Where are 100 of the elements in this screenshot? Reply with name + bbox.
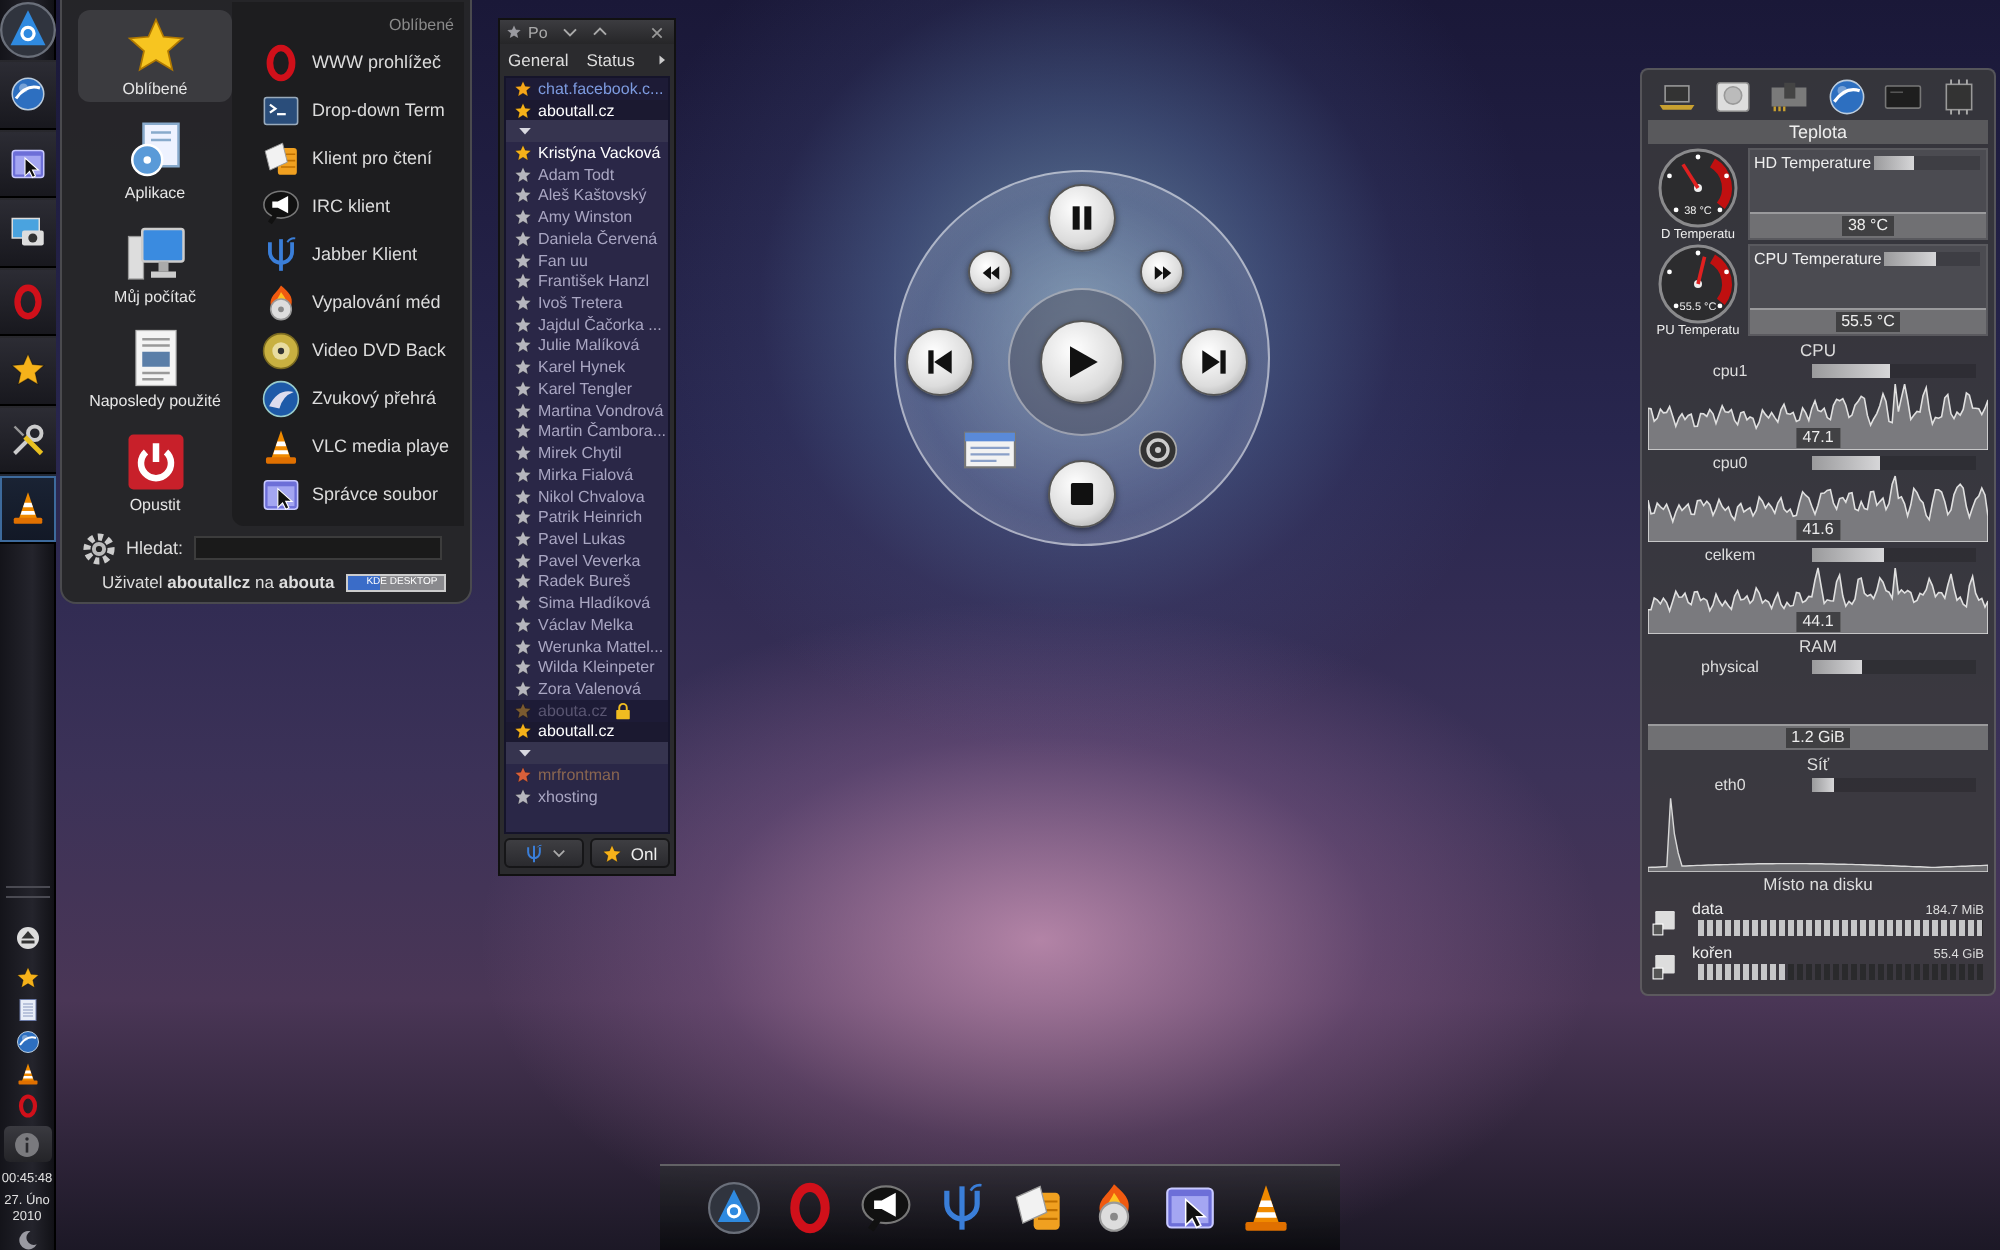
favorite-item[interactable]: Jabber Klient bbox=[232, 230, 464, 278]
sensor-name: HD Temperature bbox=[1754, 153, 1872, 171]
category-tab[interactable]: Aplikace bbox=[78, 114, 232, 206]
contact-item[interactable]: Mirek Chytil bbox=[506, 442, 668, 464]
menu-item[interactable]: General bbox=[508, 49, 569, 69]
panel-launcher[interactable] bbox=[0, 405, 55, 474]
star-icon bbox=[514, 144, 532, 163]
pause-icon bbox=[1068, 204, 1096, 232]
contact-item[interactable]: Zora Valenová bbox=[506, 678, 668, 700]
play-icon bbox=[1064, 344, 1100, 380]
panel-launcher[interactable] bbox=[0, 198, 55, 267]
contact-item[interactable]: Mirka Fialová bbox=[506, 463, 668, 486]
menu-item[interactable]: Status bbox=[586, 49, 635, 69]
expansion-card-icon[interactable] bbox=[1770, 78, 1809, 116]
next-button[interactable] bbox=[1180, 328, 1248, 396]
favorite-item[interactable]: VLC media playe bbox=[232, 422, 464, 470]
rewind-button[interactable] bbox=[968, 250, 1012, 294]
maximize-button[interactable] bbox=[592, 24, 608, 40]
contact-item[interactable]: Adam Todt bbox=[506, 163, 668, 186]
close-icon bbox=[650, 25, 664, 39]
contact-item[interactable]: Karel Hynek bbox=[506, 356, 668, 379]
o-logo-icon[interactable] bbox=[784, 1182, 836, 1234]
panel-launcher[interactable] bbox=[0, 60, 55, 129]
contact-item[interactable]: Pavel Lukas bbox=[506, 528, 668, 550]
favorite-item[interactable]: Zvukový přehrá bbox=[232, 374, 464, 422]
close-button[interactable] bbox=[650, 25, 664, 39]
favorite-item[interactable]: Správce soubor bbox=[232, 470, 464, 518]
category-tab[interactable]: Naposledy použité bbox=[78, 322, 232, 414]
contact-item[interactable]: Radek Bureš bbox=[506, 571, 668, 593]
envelope-icon[interactable] bbox=[1012, 1182, 1064, 1234]
eject-icon[interactable] bbox=[15, 926, 39, 950]
play-button[interactable] bbox=[1040, 320, 1124, 404]
notepad-icon[interactable] bbox=[15, 998, 39, 1022]
star-icon bbox=[514, 787, 532, 806]
minimize-button[interactable] bbox=[562, 24, 578, 40]
o-logo-icon bbox=[9, 283, 45, 320]
contact-item[interactable]: Václav Melka bbox=[506, 613, 668, 636]
contact-item[interactable]: Fan uu bbox=[506, 249, 668, 271]
speaker-icon[interactable] bbox=[1138, 430, 1178, 470]
crescent-icon[interactable] bbox=[17, 1230, 37, 1250]
arrow-right-icon[interactable] bbox=[656, 53, 668, 65]
panel-launcher[interactable] bbox=[0, 129, 55, 198]
category-tab[interactable]: Můj počítač bbox=[78, 218, 232, 310]
globe-icon[interactable] bbox=[1827, 78, 1866, 116]
user-info: Uživatel aboutallcz na abouta bbox=[102, 572, 335, 592]
contact-item[interactable]: Werunka Mattel... bbox=[506, 635, 668, 657]
favorite-item[interactable]: Drop-down Term bbox=[232, 86, 464, 134]
search-field[interactable] bbox=[193, 536, 442, 560]
contact-item[interactable]: Aleš Kaštovský bbox=[506, 185, 668, 207]
contact-item[interactable]: Martina Vondrová bbox=[506, 399, 668, 421]
identity-row[interactable]: aboutall.cz bbox=[506, 99, 668, 121]
contact-item[interactable]: Nikol Chvalova bbox=[506, 485, 668, 507]
forward-button[interactable] bbox=[1140, 250, 1184, 294]
favorite-item[interactable]: Klient pro čtení bbox=[232, 134, 464, 182]
star-icon bbox=[514, 572, 532, 591]
contact-item[interactable]: Daniela Červená bbox=[506, 228, 668, 250]
panel-launcher[interactable] bbox=[0, 336, 55, 405]
previous-button[interactable] bbox=[906, 328, 974, 396]
contact-item[interactable]: Julie Malíková bbox=[506, 335, 668, 357]
notifier-button[interactable] bbox=[3, 1126, 51, 1162]
meter-label: cpu0 bbox=[1710, 454, 1750, 472]
contact-item[interactable]: Jajdul Čačorka ... bbox=[506, 313, 668, 336]
traffic-cone-icon[interactable] bbox=[15, 1062, 39, 1086]
account-row[interactable]: chat.facebook.c... bbox=[506, 78, 668, 100]
contact-item[interactable]: Amy Winston bbox=[506, 206, 668, 229]
favorite-item[interactable]: IRC klient bbox=[232, 182, 464, 230]
identity-row[interactable]: aboutall.cz bbox=[506, 721, 668, 743]
trident-icon bbox=[262, 235, 300, 273]
contact-item[interactable]: Karel Tengler bbox=[506, 378, 668, 400]
favorite-item[interactable]: Vypalování méd bbox=[232, 278, 464, 326]
favorite-item[interactable]: Video DVD Back bbox=[232, 326, 464, 374]
ram-reading: 1.2 GiB bbox=[1785, 728, 1851, 748]
panel-launcher[interactable] bbox=[0, 474, 55, 543]
favorite-item[interactable]: WWW prohlížeč bbox=[232, 38, 464, 86]
o-logo-icon[interactable] bbox=[15, 1094, 39, 1118]
contact-item[interactable]: Martin Čambora... bbox=[506, 421, 668, 443]
status-button[interactable]: Onl bbox=[590, 838, 670, 868]
contact-item[interactable]: Wilda Kleinpeter bbox=[506, 656, 668, 679]
category-tab[interactable]: Opustit bbox=[78, 426, 232, 518]
contact-item[interactable]: Pavel Veverka bbox=[506, 549, 668, 572]
contact-item[interactable]: Ivoš Tretera bbox=[506, 292, 668, 314]
contact-item[interactable]: Kristýna Vacková bbox=[506, 142, 668, 164]
speech-bubble-icon[interactable] bbox=[860, 1182, 912, 1234]
star-icon bbox=[514, 379, 532, 398]
o-logo-icon bbox=[262, 43, 300, 81]
category-tab[interactable]: Oblíbené bbox=[78, 10, 232, 102]
triangle-logo-icon[interactable] bbox=[0, 2, 55, 58]
contact-item[interactable]: František Hanzl bbox=[506, 270, 668, 293]
account-menu-button[interactable] bbox=[504, 838, 584, 868]
window-cursor-icon[interactable] bbox=[1164, 1182, 1216, 1234]
contact-item[interactable]: Patrik Heinrich bbox=[506, 506, 668, 529]
star-icon[interactable] bbox=[15, 966, 39, 990]
triangle-logo-icon[interactable] bbox=[708, 1182, 760, 1234]
traffic-cone-icon[interactable] bbox=[1240, 1182, 1292, 1234]
stop-button[interactable] bbox=[1048, 460, 1116, 528]
contact-item[interactable]: Sima Hladíková bbox=[506, 592, 668, 614]
pause-button[interactable] bbox=[1048, 184, 1116, 252]
stop-icon bbox=[1068, 480, 1096, 508]
globe-icon[interactable] bbox=[15, 1030, 39, 1054]
contact-item[interactable]: xhosting bbox=[506, 785, 668, 807]
